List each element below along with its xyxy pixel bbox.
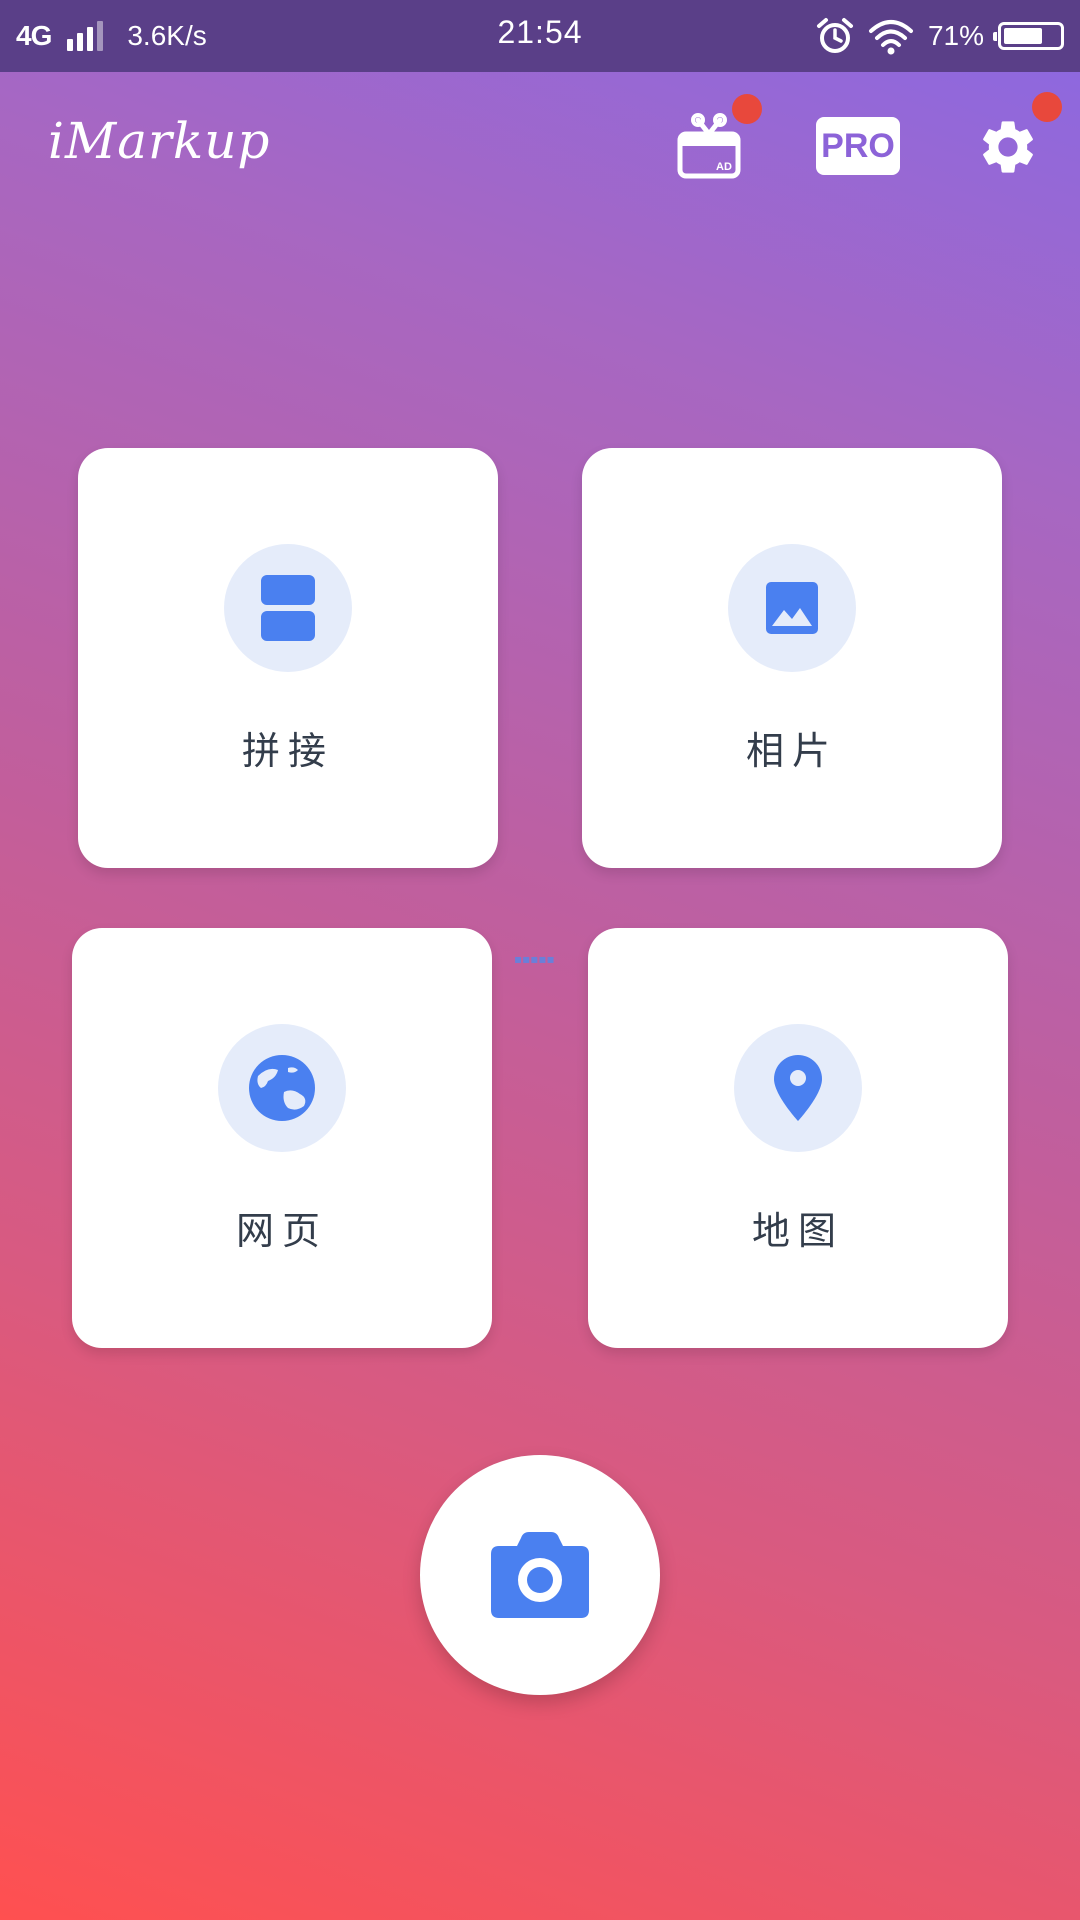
wifi-icon: [868, 20, 913, 55]
battery-icon: [993, 22, 1064, 50]
globe-icon: [249, 1055, 315, 1121]
map-pin-icon: [774, 1055, 822, 1121]
camera-button[interactable]: [420, 1455, 660, 1695]
ad-watermark: ▪▪▪▪▪: [514, 952, 555, 966]
card-map[interactable]: 地图: [588, 928, 1008, 1348]
ad-badge-text: AD: [716, 161, 732, 173]
status-right: 71%: [816, 14, 1064, 58]
pro-button[interactable]: PRO: [816, 117, 900, 175]
alarm-icon: [816, 18, 853, 53]
card-label: 拼接: [241, 729, 334, 773]
image-icon: [766, 582, 818, 634]
card-label: 相片: [745, 729, 838, 773]
card-webpage[interactable]: 网页: [72, 928, 492, 1348]
app-title: iMarkup: [48, 112, 271, 170]
gift-ad-icon: AD: [677, 113, 741, 179]
settings-notification-dot: [1032, 92, 1062, 122]
battery-percent: 71%: [927, 20, 984, 51]
card-stitch[interactable]: 拼接: [78, 448, 498, 868]
card-photo[interactable]: 相片: [582, 448, 1002, 868]
stitch-icon: [261, 575, 315, 641]
settings-button[interactable]: [976, 115, 1040, 179]
card-label: 网页: [235, 1209, 328, 1253]
status-bar: 4G 3.6K/s 21:54 71%: [0, 0, 1080, 72]
card-label: 地图: [751, 1209, 844, 1253]
card-icon-circle: [734, 1024, 862, 1152]
card-icon-circle: [728, 544, 856, 672]
card-icon-circle: [224, 544, 352, 672]
gift-ad-button[interactable]: AD: [676, 112, 742, 180]
gift-notification-dot: [732, 94, 762, 124]
card-icon-circle: [218, 1024, 346, 1152]
battery-level-fill: [1004, 28, 1043, 44]
camera-icon: [491, 1532, 589, 1618]
gear-icon: [983, 121, 1033, 173]
